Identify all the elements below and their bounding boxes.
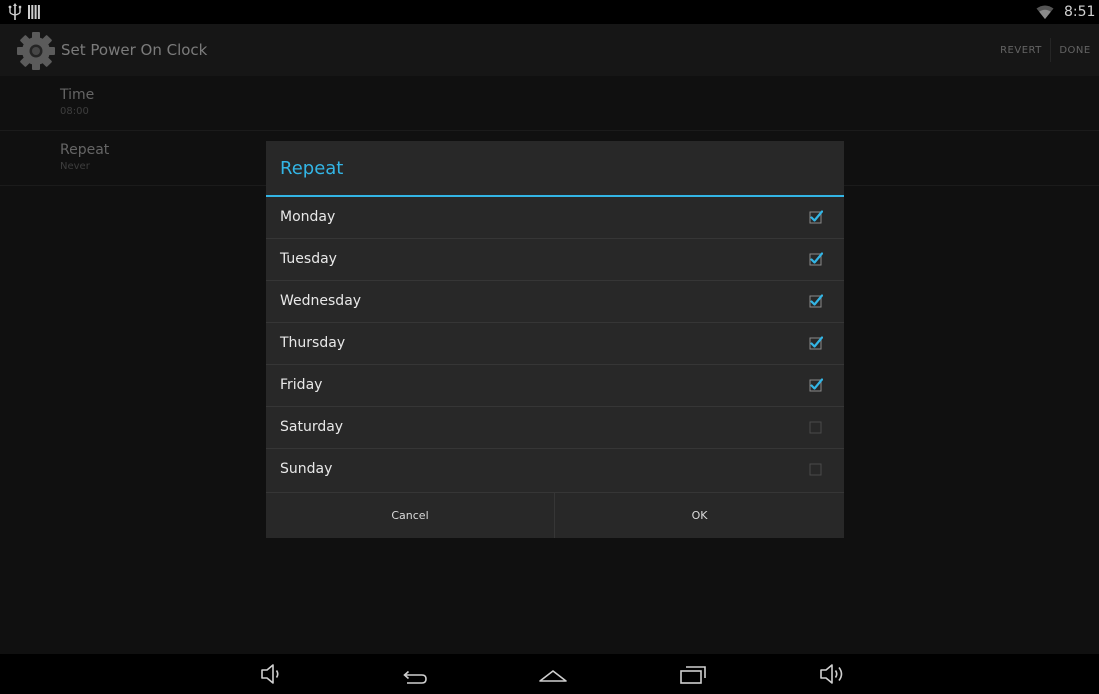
wifi-icon bbox=[1036, 5, 1054, 19]
day-row-monday[interactable]: Monday bbox=[266, 197, 844, 239]
day-label: Thursday bbox=[280, 335, 346, 351]
status-clock: 8:51 bbox=[1064, 4, 1096, 20]
checkbox-icon[interactable] bbox=[809, 378, 823, 392]
day-row-friday[interactable]: Friday bbox=[266, 365, 844, 407]
home-icon[interactable] bbox=[538, 662, 568, 686]
recent-apps-icon[interactable] bbox=[678, 662, 708, 686]
back-icon[interactable] bbox=[399, 662, 429, 686]
day-row-sunday[interactable]: Sunday bbox=[266, 449, 844, 491]
day-list: Monday Tuesday Wednesday Thursday Friday… bbox=[266, 197, 844, 491]
ok-button[interactable]: OK bbox=[555, 493, 844, 538]
repeat-dialog: Repeat Monday Tuesday Wednesday Thursday… bbox=[266, 141, 844, 538]
day-row-saturday[interactable]: Saturday bbox=[266, 407, 844, 449]
dialog-title: Repeat bbox=[280, 158, 344, 179]
day-row-wednesday[interactable]: Wednesday bbox=[266, 281, 844, 323]
day-label: Friday bbox=[280, 377, 323, 393]
checkbox-icon[interactable] bbox=[809, 294, 823, 308]
screen: 8:51 Set Power On Clock REVERT DONE Time… bbox=[0, 0, 1099, 694]
status-bar: 8:51 bbox=[0, 0, 1099, 24]
day-label: Wednesday bbox=[280, 293, 362, 309]
day-label: Sunday bbox=[280, 461, 333, 477]
usb-icon bbox=[8, 3, 22, 20]
navigation-bar bbox=[0, 654, 1099, 694]
checkbox-icon[interactable] bbox=[809, 336, 823, 350]
day-label: Tuesday bbox=[280, 251, 337, 267]
volume-up-icon[interactable] bbox=[818, 662, 848, 686]
checkbox-icon[interactable] bbox=[809, 210, 823, 224]
day-label: Saturday bbox=[280, 419, 344, 435]
day-row-tuesday[interactable]: Tuesday bbox=[266, 239, 844, 281]
day-label: Monday bbox=[280, 209, 336, 225]
day-row-thursday[interactable]: Thursday bbox=[266, 323, 844, 365]
dialog-button-bar: Cancel OK bbox=[266, 492, 844, 538]
checkbox-icon[interactable] bbox=[809, 252, 823, 266]
sd-card-icon bbox=[28, 5, 40, 19]
cancel-button[interactable]: Cancel bbox=[266, 493, 554, 538]
volume-down-icon[interactable] bbox=[258, 662, 288, 686]
checkbox-icon[interactable] bbox=[809, 462, 823, 476]
checkbox-icon[interactable] bbox=[809, 420, 823, 434]
